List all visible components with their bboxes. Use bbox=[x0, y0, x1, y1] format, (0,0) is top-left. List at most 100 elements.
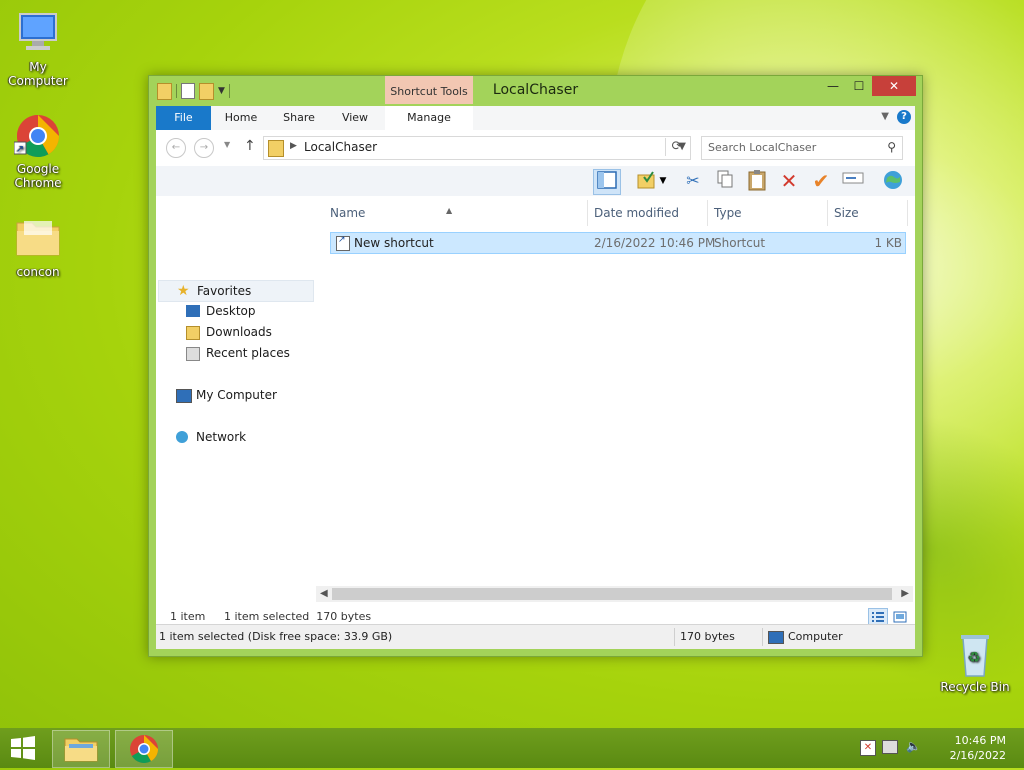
star-icon: ★ bbox=[177, 283, 190, 299]
folder-icon bbox=[268, 140, 284, 157]
details-location: Computer bbox=[788, 630, 843, 643]
search-icon[interactable]: ⚲ bbox=[887, 140, 896, 154]
search-box[interactable]: ⚲ bbox=[701, 136, 903, 160]
action-center-flag-icon[interactable]: ✕ bbox=[860, 740, 876, 756]
help-icon[interactable]: ? bbox=[897, 110, 911, 124]
refresh-button[interactable]: ⟳ bbox=[665, 138, 688, 156]
globe-icon[interactable] bbox=[880, 169, 906, 193]
expand-ribbon-icon[interactable]: ▼ bbox=[881, 111, 889, 122]
scroll-right-icon[interactable]: ▶ bbox=[901, 586, 909, 602]
minimize-button[interactable]: — bbox=[820, 76, 846, 96]
desktop-icon-label: My Computer bbox=[8, 60, 68, 88]
delete-icon[interactable]: ✕ bbox=[776, 169, 802, 193]
nav-downloads[interactable]: Downloads bbox=[186, 322, 312, 342]
scroll-left-icon[interactable]: ◀ bbox=[320, 586, 328, 602]
file-size: 1 KB bbox=[874, 236, 902, 250]
forward-button[interactable]: → bbox=[194, 138, 214, 158]
volume-muted-icon[interactable]: 🔈 bbox=[906, 739, 921, 753]
back-button[interactable]: ← bbox=[166, 138, 186, 158]
file-explorer-icon bbox=[64, 738, 98, 762]
svg-text:↗: ↗ bbox=[16, 144, 24, 155]
up-button[interactable]: ↑ bbox=[244, 138, 256, 154]
explorer-content: ← → ▼ ↑ ▶ LocalChaser ▼ ⟳ ⚲ ▼ bbox=[156, 130, 915, 648]
search-input[interactable] bbox=[702, 137, 884, 157]
preview-pane-button[interactable] bbox=[593, 169, 621, 195]
nav-network[interactable]: Network bbox=[176, 427, 312, 447]
nav-favorites[interactable]: ★ Favorites bbox=[158, 280, 314, 302]
sort-ascending-icon: ▲ bbox=[446, 206, 453, 215]
column-label: Name bbox=[330, 206, 366, 220]
address-row: ← → ▼ ↑ ▶ LocalChaser ▼ ⟳ ⚲ bbox=[156, 130, 915, 164]
file-type: Shortcut bbox=[714, 236, 766, 250]
ribbon-tabs: File Home Share View Manage ▼ ? bbox=[156, 106, 915, 131]
chevron-right-icon[interactable]: ▶ bbox=[290, 141, 297, 151]
tab-file[interactable]: File bbox=[156, 106, 211, 130]
taskbar: ✕ 🔈 10:46 PM 2/16/2022 bbox=[0, 728, 1024, 768]
nav-label: Network bbox=[196, 430, 247, 444]
dropdown-icon[interactable]: ▼ bbox=[657, 169, 669, 193]
recent-locations-icon[interactable]: ▼ bbox=[224, 140, 230, 149]
folder-icon bbox=[14, 215, 62, 263]
windows-logo-icon bbox=[11, 736, 35, 760]
tab-view[interactable]: View bbox=[330, 106, 380, 130]
details-bar: 1 item selected (Disk free space: 33.9 G… bbox=[156, 624, 915, 649]
details-size: 170 bytes bbox=[680, 630, 735, 643]
tab-share[interactable]: Share bbox=[274, 106, 324, 130]
shortcut-icon bbox=[336, 235, 350, 251]
recycle-bin-icon: ♻ bbox=[951, 630, 999, 678]
cut-icon[interactable]: ✂ bbox=[680, 169, 706, 193]
address-bar[interactable]: ▶ LocalChaser ▼ bbox=[263, 136, 691, 160]
tab-home[interactable]: Home bbox=[216, 106, 266, 130]
nav-my-computer[interactable]: My Computer bbox=[176, 385, 312, 405]
chrome-icon bbox=[130, 735, 158, 763]
copy-icon[interactable] bbox=[712, 169, 738, 193]
file-list: Name ▲ Date modified Type Size New short… bbox=[324, 200, 914, 590]
horizontal-scrollbar[interactable]: ◀ ▶ bbox=[316, 586, 913, 602]
start-button[interactable] bbox=[6, 734, 40, 762]
nav-recent-places[interactable]: Recent places bbox=[186, 343, 312, 363]
desktop-icon-concon[interactable]: concon bbox=[0, 215, 78, 279]
maximize-button[interactable]: ☐ bbox=[846, 76, 872, 96]
command-toolbar: ▼ ✂ ✕ ✔ bbox=[156, 166, 915, 196]
nav-desktop[interactable]: Desktop bbox=[186, 301, 312, 321]
desktop-icon-my-computer[interactable]: My Computer bbox=[0, 10, 78, 88]
desktop-icon-google-chrome[interactable]: ↗ Google Chrome bbox=[0, 112, 78, 190]
separator bbox=[762, 628, 763, 646]
title-bar[interactable]: ▼ Shortcut Tools LocalChaser — ☐ ✕ bbox=[149, 76, 922, 106]
computer-icon bbox=[176, 389, 192, 403]
tab-manage[interactable]: Manage bbox=[385, 106, 473, 130]
close-button[interactable]: ✕ bbox=[872, 76, 916, 96]
window-controls: — ☐ ✕ bbox=[820, 76, 916, 96]
column-header-type[interactable]: Type bbox=[708, 200, 828, 226]
svg-text:♻: ♻ bbox=[968, 650, 981, 666]
desktop-icon bbox=[186, 305, 200, 317]
column-header-date[interactable]: Date modified bbox=[588, 200, 708, 226]
nav-label: Favorites bbox=[197, 284, 252, 298]
address-path[interactable]: LocalChaser bbox=[304, 140, 377, 154]
checklist-folder-icon[interactable] bbox=[633, 169, 659, 193]
clock[interactable]: 10:46 PM 2/16/2022 bbox=[950, 733, 1006, 763]
rename-icon[interactable] bbox=[840, 169, 866, 193]
taskbar-chrome[interactable] bbox=[115, 730, 173, 768]
network-icon[interactable] bbox=[882, 740, 898, 754]
chrome-icon: ↗ bbox=[13, 112, 62, 160]
nav-label: Downloads bbox=[206, 325, 272, 339]
column-header-size[interactable]: Size bbox=[828, 200, 908, 226]
navigation-pane: ★ Favorites Desktop Downloads Recent pla… bbox=[156, 200, 314, 530]
column-header-name[interactable]: Name ▲ bbox=[324, 200, 588, 226]
separator bbox=[674, 628, 675, 646]
paste-icon[interactable] bbox=[744, 169, 770, 193]
details-text: 1 item selected (Disk free space: 33.9 G… bbox=[159, 630, 393, 643]
window-title: LocalChaser bbox=[492, 82, 579, 98]
desktop-icon-recycle-bin[interactable]: ♻ Recycle Bin bbox=[935, 630, 1015, 694]
file-date: 2/16/2022 10:46 PM bbox=[594, 236, 716, 250]
checkmark-icon[interactable]: ✔ bbox=[808, 169, 834, 193]
file-row[interactable]: New shortcut 2/16/2022 10:46 PM Shortcut… bbox=[330, 232, 906, 254]
desktop-icon-label: concon bbox=[16, 265, 60, 279]
network-icon bbox=[176, 431, 188, 443]
system-tray: ✕ 🔈 10:46 PM 2/16/2022 bbox=[854, 728, 1024, 768]
computer-icon bbox=[768, 631, 784, 644]
scrollbar-thumb[interactable] bbox=[332, 588, 892, 600]
nav-label: Recent places bbox=[206, 346, 290, 360]
taskbar-file-explorer[interactable] bbox=[52, 730, 110, 768]
